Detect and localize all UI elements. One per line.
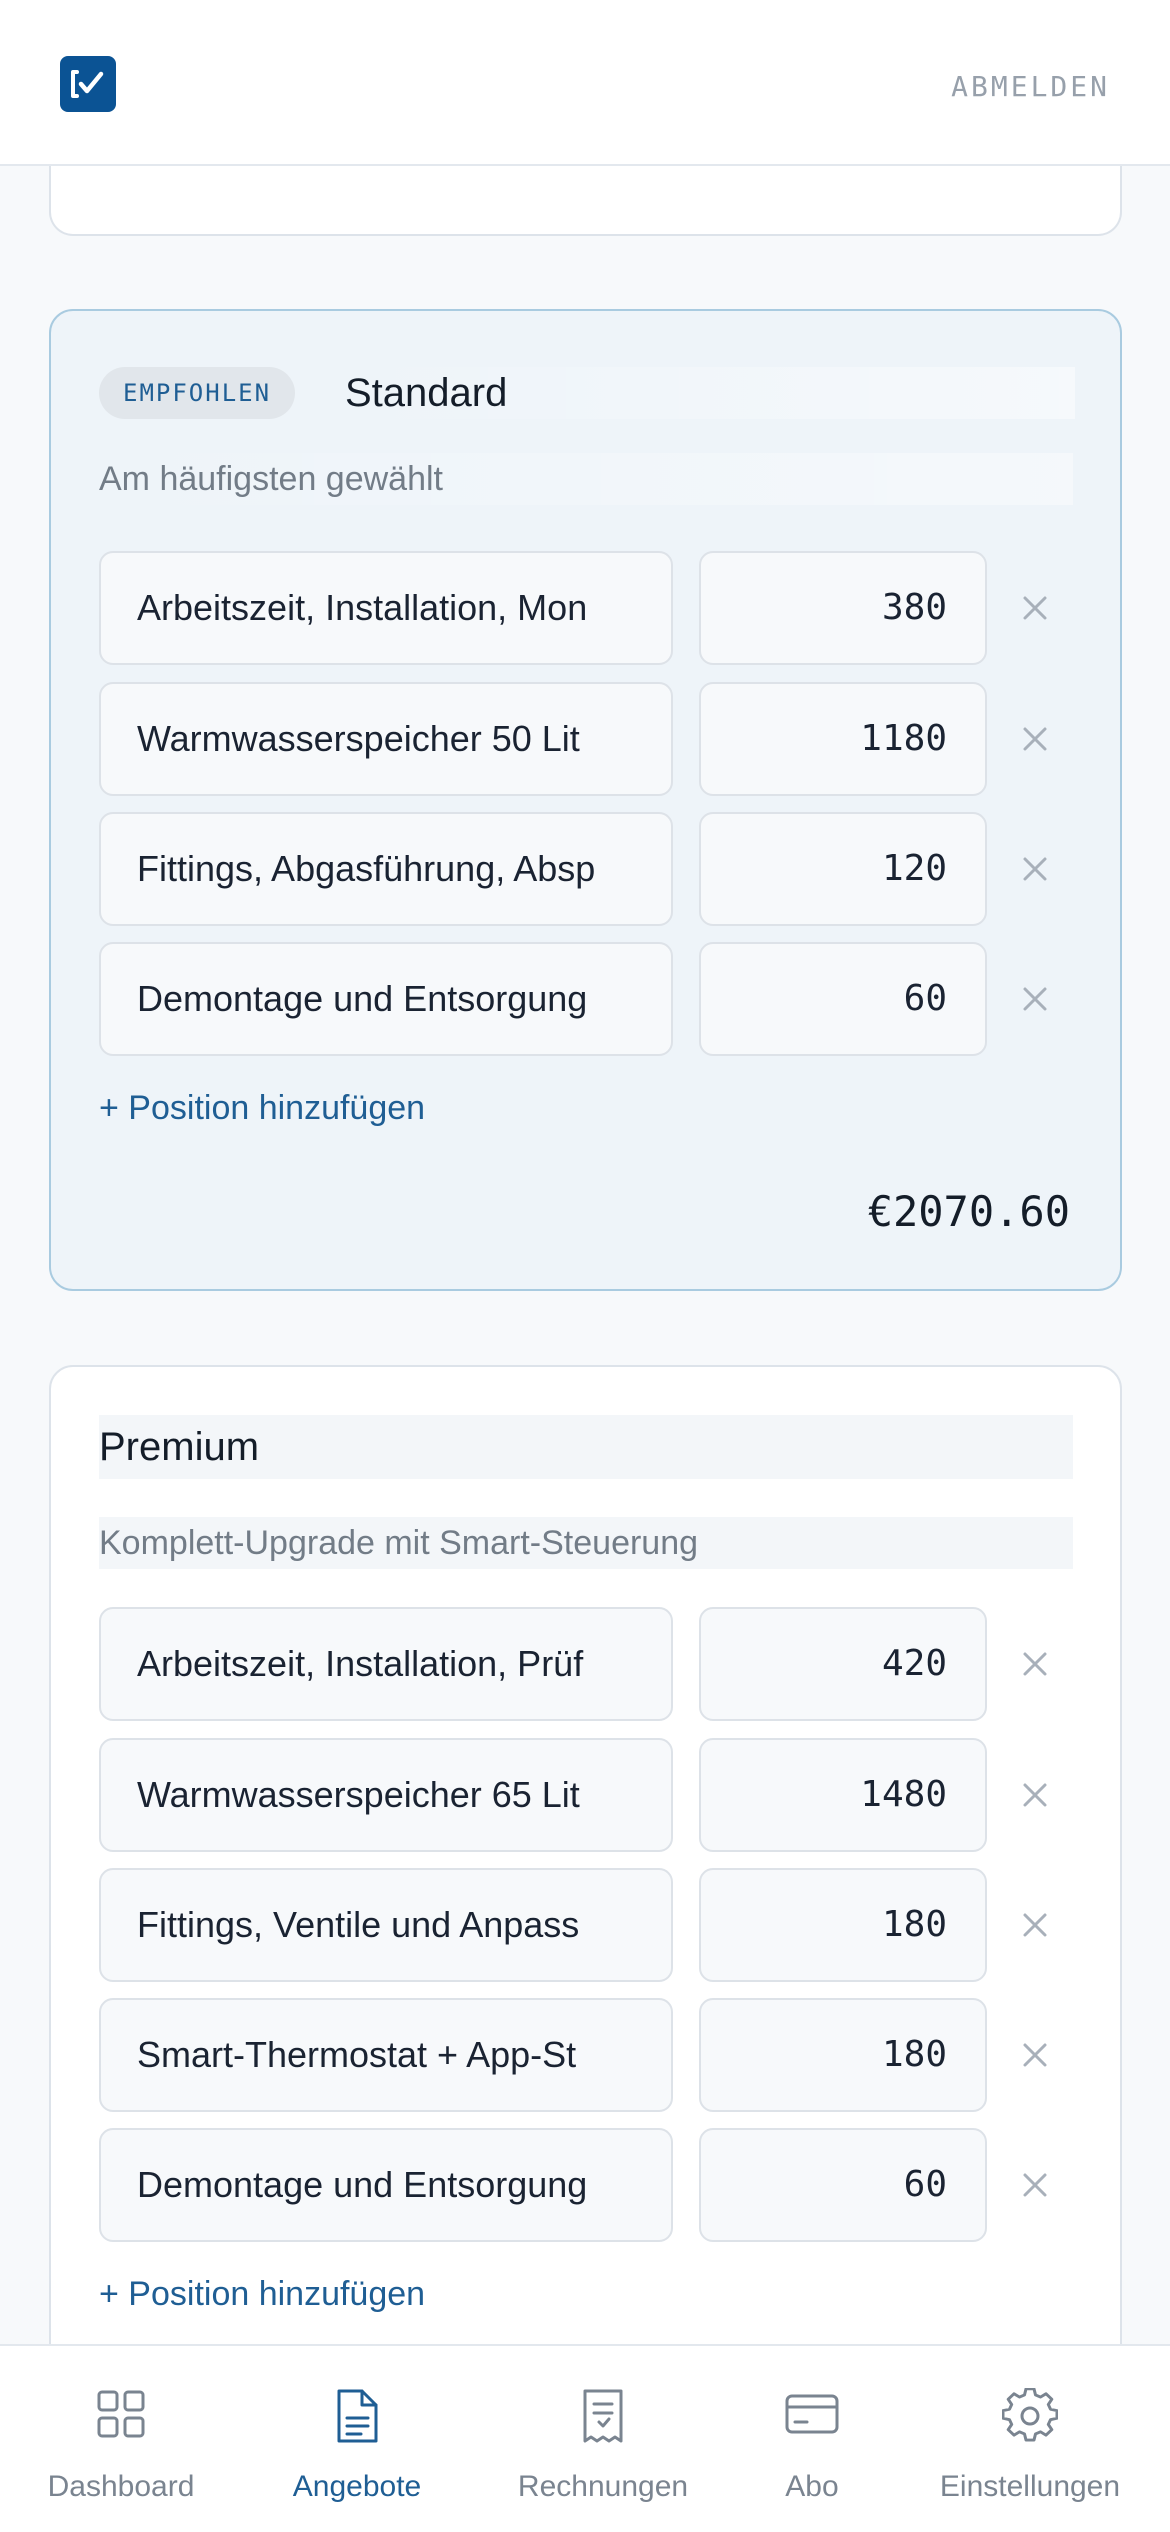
line-item-row: Fittings, Abgasführung, Absp 120 — [99, 812, 1073, 926]
tier-name-input[interactable]: Standard — [345, 367, 1075, 419]
nav-item-angebote[interactable]: Angebote — [242, 2346, 472, 2532]
line-item-price-field[interactable]: 1480 — [699, 1738, 987, 1852]
line-item-price-field[interactable]: 380 — [699, 551, 987, 665]
receipt-icon — [583, 2389, 623, 2443]
nav-label: Rechnungen — [517, 2470, 689, 2503]
nav-item-einstellungen[interactable]: Einstellungen — [890, 2346, 1170, 2532]
line-item-row: Smart-Thermostat + App-St 180 — [99, 1998, 1073, 2112]
tier-name-input[interactable]: Premium — [99, 1415, 1073, 1479]
line-item-description-field[interactable]: Warmwasserspeicher 50 Lit — [99, 682, 673, 796]
grid-icon — [97, 2390, 145, 2438]
recommended-badge: EMPFOHLEN — [99, 367, 296, 419]
line-item-price-field[interactable]: 60 — [699, 942, 987, 1056]
line-item-description-field[interactable]: Demontage und Entsorgung — [99, 942, 673, 1056]
line-item-row: Arbeitszeit, Installation, Prüf 420 — [99, 1607, 1073, 1721]
nav-label: Einstellungen — [939, 2470, 1121, 2503]
close-icon[interactable] — [1011, 1640, 1059, 1688]
tier-card-premium: Premium Komplett-Upgrade mit Smart-Steue… — [49, 1365, 1122, 2465]
line-item-row: Demontage und Entsorgung 60 — [99, 2128, 1073, 2242]
close-icon[interactable] — [1011, 845, 1059, 893]
tier-description-input[interactable]: Komplett-Upgrade mit Smart-Steuerung — [99, 1517, 1073, 1569]
bottom-nav: Dashboard Angebote Rechnungen Abo Einste… — [0, 2344, 1170, 2532]
close-icon[interactable] — [1011, 584, 1059, 632]
close-icon[interactable] — [1011, 715, 1059, 763]
nav-label: Abo — [785, 2470, 839, 2503]
line-item-description-field[interactable]: Smart-Thermostat + App-St — [99, 1998, 673, 2112]
document-icon — [337, 2389, 378, 2443]
line-item-price-field[interactable]: 60 — [699, 2128, 987, 2242]
gear-icon — [1002, 2388, 1058, 2442]
line-item-description-field[interactable]: Arbeitszeit, Installation, Mon — [99, 551, 673, 665]
line-item-price-field[interactable]: 120 — [699, 812, 987, 926]
line-item-price-field[interactable]: 420 — [699, 1607, 987, 1721]
line-item-row: Arbeitszeit, Installation, Mon 380 — [99, 551, 1073, 665]
nav-item-dashboard[interactable]: Dashboard — [0, 2346, 242, 2532]
line-item-row: Demontage und Entsorgung 60 — [99, 942, 1073, 1056]
close-icon[interactable] — [1011, 1901, 1059, 1949]
line-item-price-field[interactable]: 1180 — [699, 682, 987, 796]
close-icon[interactable] — [1011, 975, 1059, 1023]
line-item-price-field[interactable]: 180 — [699, 1868, 987, 1982]
tier-description-input[interactable]: Am häufigsten gewählt — [99, 453, 1073, 505]
nav-label: Dashboard — [47, 2470, 195, 2503]
nav-item-rechnungen[interactable]: Rechnungen — [472, 2346, 734, 2532]
line-item-row: Warmwasserspeicher 50 Lit 1180 — [99, 682, 1073, 796]
close-icon[interactable] — [1011, 2031, 1059, 2079]
line-item-description-field[interactable]: Fittings, Ventile und Anpass — [99, 1868, 673, 1982]
line-item-row: Fittings, Ventile und Anpass 180 — [99, 1868, 1073, 1982]
add-position-link[interactable]: + Position hinzufügen — [99, 2275, 425, 2314]
line-item-description-field[interactable]: Demontage und Entsorgung — [99, 2128, 673, 2242]
line-item-description-field[interactable]: Fittings, Abgasführung, Absp — [99, 812, 673, 926]
top-bar: ABMELDEN — [0, 0, 1170, 166]
line-item-price-field[interactable]: 180 — [699, 1998, 987, 2112]
close-icon[interactable] — [1011, 2161, 1059, 2209]
credit-card-icon — [785, 2394, 839, 2434]
nav-item-abo[interactable]: Abo — [734, 2346, 890, 2532]
line-item-row: Warmwasserspeicher 65 Lit 1480 — [99, 1738, 1073, 1852]
close-icon[interactable] — [1011, 1771, 1059, 1819]
line-item-description-field[interactable]: Warmwasserspeicher 65 Lit — [99, 1738, 673, 1852]
signout-button[interactable]: ABMELDEN — [951, 70, 1110, 103]
tier-total: €2070.60 — [867, 1187, 1070, 1236]
nav-label: Angebote — [292, 2470, 422, 2503]
checkbox-bracket-icon[interactable] — [60, 56, 116, 112]
tier-card-standard: EMPFOHLEN Standard Am häufigsten gewählt… — [49, 309, 1122, 1291]
add-position-link[interactable]: + Position hinzufügen — [99, 1089, 425, 1128]
line-item-description-field[interactable]: Arbeitszeit, Installation, Prüf — [99, 1607, 673, 1721]
